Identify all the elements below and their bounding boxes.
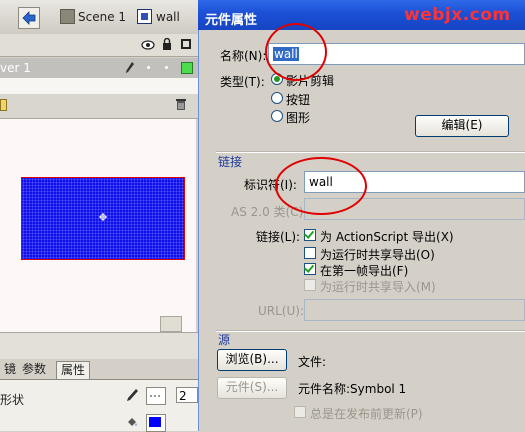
export-actionscript-checkbox[interactable] <box>304 229 316 241</box>
button-type-label[interactable]: 按钮 <box>286 91 310 108</box>
radio-button[interactable] <box>271 92 283 104</box>
visibility-dot[interactable] <box>147 66 150 69</box>
back-arrow-icon <box>22 11 36 25</box>
symbol-button: 元件(S)... <box>217 377 287 399</box>
paint-bucket-icon[interactable] <box>126 416 138 428</box>
source-section-title: 源 <box>218 333 231 347</box>
always-update-label: 总是在发布前更新(P) <box>310 407 423 421</box>
scene-label[interactable]: Scene 1 <box>78 10 126 24</box>
browse-button[interactable]: 浏览(B)... <box>217 349 287 371</box>
scene-icon <box>60 9 75 24</box>
lock-dot[interactable] <box>165 66 168 69</box>
source-divider <box>216 330 525 332</box>
tab-filters[interactable]: 镜 <box>0 361 20 378</box>
linkage-label: 链接(L): <box>256 230 301 244</box>
import-runtime-sharing-label: 为运行时共享导入(M) <box>320 280 436 294</box>
tab-properties[interactable]: 属性 <box>56 361 91 379</box>
type-label: 类型(T): <box>220 75 265 89</box>
symbol-name-label: 元件名称:Symbol 1 <box>298 382 407 396</box>
layer-color-icon[interactable] <box>181 62 193 74</box>
radio-graphic[interactable] <box>271 110 283 122</box>
edit-button[interactable]: 编辑(E) <box>415 115 509 137</box>
vertical-scroll-thumb[interactable] <box>160 316 182 332</box>
lock-icon[interactable] <box>162 38 172 51</box>
stroke-height-field[interactable]: 2 <box>176 387 198 403</box>
always-update-checkbox <box>294 406 306 418</box>
graphic-label[interactable]: 图形 <box>286 109 310 126</box>
import-runtime-sharing-checkbox <box>304 279 316 291</box>
stroke-color-icon[interactable] <box>126 388 140 402</box>
watermark: webjx.com <box>404 5 511 25</box>
stroke-style-dropdown[interactable] <box>146 387 166 405</box>
layer-name[interactable]: ver 1 <box>0 61 31 75</box>
url-field <box>304 299 525 321</box>
insert-folder-icon[interactable] <box>0 99 7 111</box>
outline-icon[interactable] <box>181 39 191 49</box>
timeline-empty <box>0 78 200 94</box>
export-first-frame-checkbox[interactable] <box>304 263 316 275</box>
timeline-toolbar <box>0 94 200 119</box>
annotation-circle-identifier <box>275 157 367 215</box>
trash-icon[interactable] <box>175 98 187 111</box>
registration-point-icon <box>99 213 107 221</box>
eye-icon[interactable] <box>141 39 155 51</box>
pencil-icon <box>126 62 134 73</box>
symbol-icon <box>137 9 152 24</box>
annotation-circle-name <box>265 23 327 81</box>
linkage-section-title: 链接 <box>218 155 243 169</box>
name-label: 名称(N): <box>220 49 267 63</box>
export-first-frame-label[interactable]: 在第一帧导出(F) <box>320 262 408 279</box>
dialog-title: 元件属性 <box>205 13 258 28</box>
dashes-icon <box>150 395 162 397</box>
shape-label: 形状 <box>0 393 25 407</box>
export-runtime-sharing-checkbox[interactable] <box>304 247 316 259</box>
file-label: 文件: <box>298 355 327 369</box>
url-label: URL(U): <box>258 304 304 318</box>
back-button[interactable] <box>18 7 40 29</box>
tab-parameters[interactable]: 参数 <box>18 361 50 378</box>
linkage-divider <box>216 151 525 153</box>
fill-color-swatch[interactable] <box>146 414 166 432</box>
properties-panel <box>0 380 200 431</box>
export-runtime-sharing-label[interactable]: 为运行时共享导出(O) <box>320 246 435 263</box>
export-actionscript-label[interactable]: 为 ActionScript 导出(X) <box>320 228 454 245</box>
symbol-label[interactable]: wall <box>156 10 180 24</box>
horizontal-scrollbar[interactable] <box>0 332 200 359</box>
